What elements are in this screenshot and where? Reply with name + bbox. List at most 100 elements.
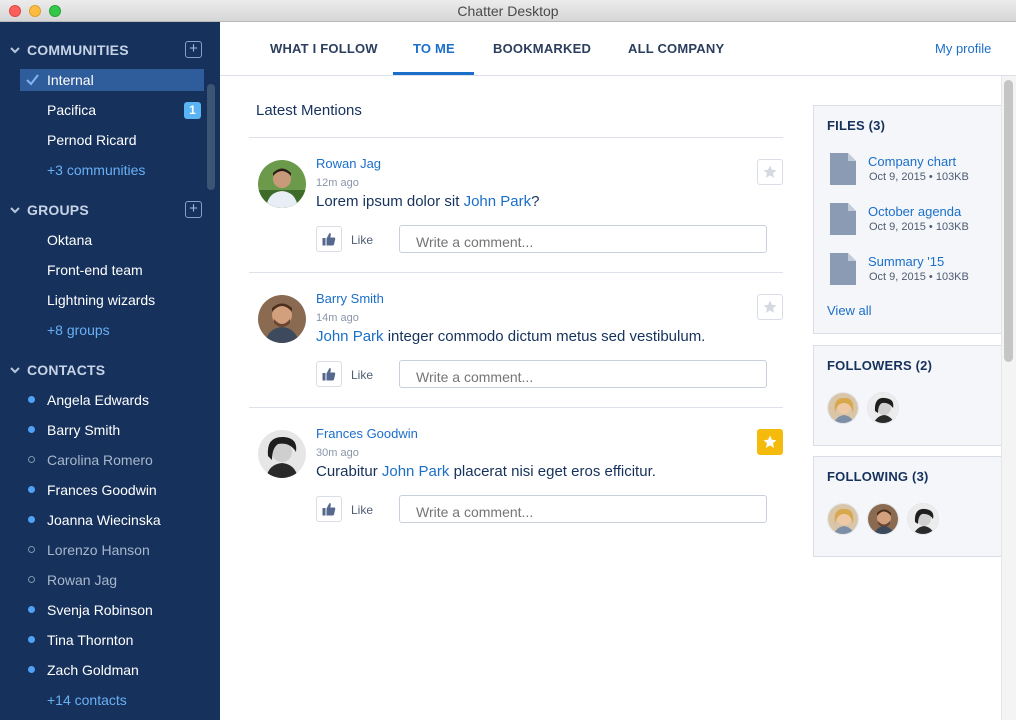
contact-item[interactable]: Lorenzo Hanson — [20, 539, 204, 561]
online-status-dot — [28, 396, 35, 403]
comment-input[interactable] — [399, 225, 767, 253]
files-title: FILES (3) — [827, 118, 886, 133]
view-all-files-link[interactable]: View all — [827, 303, 872, 318]
feed-post: Barry Smith 14m ago John Park integer co… — [249, 273, 783, 407]
file-meta: Oct 9, 2015 • 103KB — [869, 221, 969, 233]
more-contacts-link[interactable]: +14 contacts — [20, 689, 204, 711]
contacts-header[interactable]: CONTACTS — [0, 355, 206, 385]
contact-item[interactable]: Frances Goodwin — [20, 479, 204, 501]
mention-link[interactable]: John Park — [464, 193, 532, 210]
sidebar: COMMUNITIES + Internal Pacifica 1 Pernod… — [0, 22, 220, 720]
contacts-heading: CONTACTS — [27, 362, 106, 378]
sidebar-item-label: Internal — [47, 72, 94, 88]
follower-avatar[interactable] — [867, 392, 899, 424]
document-icon — [830, 153, 856, 185]
contact-item[interactable]: Barry Smith — [20, 419, 204, 441]
offline-status-dot — [28, 576, 35, 583]
sidebar-item-label: Oktana — [47, 232, 93, 248]
communities-header[interactable]: COMMUNITIES + — [0, 35, 206, 65]
files-panel: FILES (3) Company chart Oct 9, 2015 • 10… — [813, 105, 1001, 334]
my-profile-link[interactable]: My profile — [935, 41, 991, 56]
star-icon — [763, 165, 777, 178]
tab-to-me[interactable]: TO ME — [413, 41, 455, 56]
communities-heading: COMMUNITIES — [27, 42, 129, 58]
post-time: 14m ago — [316, 312, 359, 324]
contact-name: Joanna Wiecinska — [47, 512, 161, 528]
contact-item[interactable]: Zach Goldman — [20, 659, 204, 681]
like-button[interactable] — [316, 361, 342, 387]
like-label[interactable]: Like — [351, 368, 373, 382]
contact-item[interactable]: Rowan Jag — [20, 569, 204, 591]
following-title: FOLLOWING (3) — [827, 469, 929, 484]
comment-input[interactable] — [399, 360, 767, 388]
post-author[interactable]: Rowan Jag — [316, 156, 381, 171]
tab-all-company[interactable]: ALL COMPANY — [628, 41, 724, 56]
tab-what-i-follow[interactable]: WHAT I FOLLOW — [270, 41, 378, 56]
following-avatar[interactable] — [907, 503, 939, 535]
avatar[interactable] — [258, 430, 306, 478]
file-item[interactable]: Summary '15 Oct 9, 2015 • 103KB — [827, 253, 997, 289]
offline-status-dot — [28, 456, 35, 463]
file-name[interactable]: October agenda — [868, 204, 961, 219]
post-body: Curabitur John Park placerat nisi eget e… — [316, 463, 656, 480]
file-item[interactable]: October agenda Oct 9, 2015 • 103KB — [827, 203, 997, 239]
sidebar-item-pernod-ricard[interactable]: Pernod Ricard — [20, 129, 204, 151]
title-bar: Chatter Desktop — [0, 0, 1016, 22]
comment-input[interactable] — [399, 495, 767, 523]
post-author[interactable]: Barry Smith — [316, 291, 384, 306]
add-community-button[interactable]: + — [185, 41, 202, 58]
post-text: Curabitur — [316, 463, 382, 480]
contact-name: Barry Smith — [47, 422, 121, 438]
sidebar-scrollbar[interactable] — [207, 84, 215, 190]
unread-badge: 1 — [184, 102, 201, 119]
contact-name: Svenja Robinson — [47, 602, 153, 618]
like-label[interactable]: Like — [351, 503, 373, 517]
online-status-dot — [28, 666, 35, 673]
post-author[interactable]: Frances Goodwin — [316, 426, 418, 441]
avatar[interactable] — [258, 160, 306, 208]
follower-avatar[interactable] — [827, 392, 859, 424]
post-time: 30m ago — [316, 447, 359, 459]
sidebar-item-front-end-team[interactable]: Front-end team — [20, 259, 204, 281]
tab-bookmarked[interactable]: BOOKMARKED — [493, 41, 591, 56]
like-button[interactable] — [316, 226, 342, 252]
main-scrollbar-thumb[interactable] — [1004, 80, 1013, 362]
more-groups-link[interactable]: +8 groups — [20, 319, 204, 341]
contact-item[interactable]: Carolina Romero — [20, 449, 204, 471]
mention-link[interactable]: John Park — [382, 463, 450, 480]
bookmark-star-button[interactable] — [757, 429, 783, 455]
sidebar-item-pacifica[interactable]: Pacifica 1 — [20, 99, 204, 121]
contact-name: Zach Goldman — [47, 662, 139, 678]
sidebar-item-label: +3 communities — [47, 162, 146, 178]
sidebar-item-lightning-wizards[interactable]: Lightning wizards — [20, 289, 204, 311]
file-name[interactable]: Company chart — [868, 154, 956, 169]
sidebar-item-internal[interactable]: Internal — [20, 69, 204, 91]
contact-name: Tina Thornton — [47, 632, 134, 648]
contact-item[interactable]: Joanna Wiecinska — [20, 509, 204, 531]
following-avatar[interactable] — [867, 503, 899, 535]
sidebar-item-label: +8 groups — [47, 322, 110, 338]
contact-name: Angela Edwards — [47, 392, 149, 408]
active-tab-indicator — [393, 72, 474, 75]
sidebar-item-label: Pernod Ricard — [47, 132, 137, 148]
sidebar-item-oktana[interactable]: Oktana — [20, 229, 204, 251]
avatar[interactable] — [258, 295, 306, 343]
contact-item[interactable]: Angela Edwards — [20, 389, 204, 411]
following-avatar[interactable] — [827, 503, 859, 535]
offline-status-dot — [28, 546, 35, 553]
contact-item[interactable]: Tina Thornton — [20, 629, 204, 651]
sidebar-item-label: +14 contacts — [47, 692, 127, 708]
add-group-button[interactable]: + — [185, 201, 202, 218]
like-label[interactable]: Like — [351, 233, 373, 247]
bookmark-star-button[interactable] — [757, 294, 783, 320]
bookmark-star-button[interactable] — [757, 159, 783, 185]
chevron-down-icon — [10, 367, 20, 374]
more-communities-link[interactable]: +3 communities — [20, 159, 204, 181]
contact-item[interactable]: Svenja Robinson — [20, 599, 204, 621]
groups-header[interactable]: GROUPS + — [0, 195, 206, 225]
file-name[interactable]: Summary '15 — [868, 254, 944, 269]
file-item[interactable]: Company chart Oct 9, 2015 • 103KB — [827, 153, 997, 189]
mention-link[interactable]: John Park — [316, 328, 384, 345]
thumbs-up-icon — [322, 368, 336, 381]
like-button[interactable] — [316, 496, 342, 522]
